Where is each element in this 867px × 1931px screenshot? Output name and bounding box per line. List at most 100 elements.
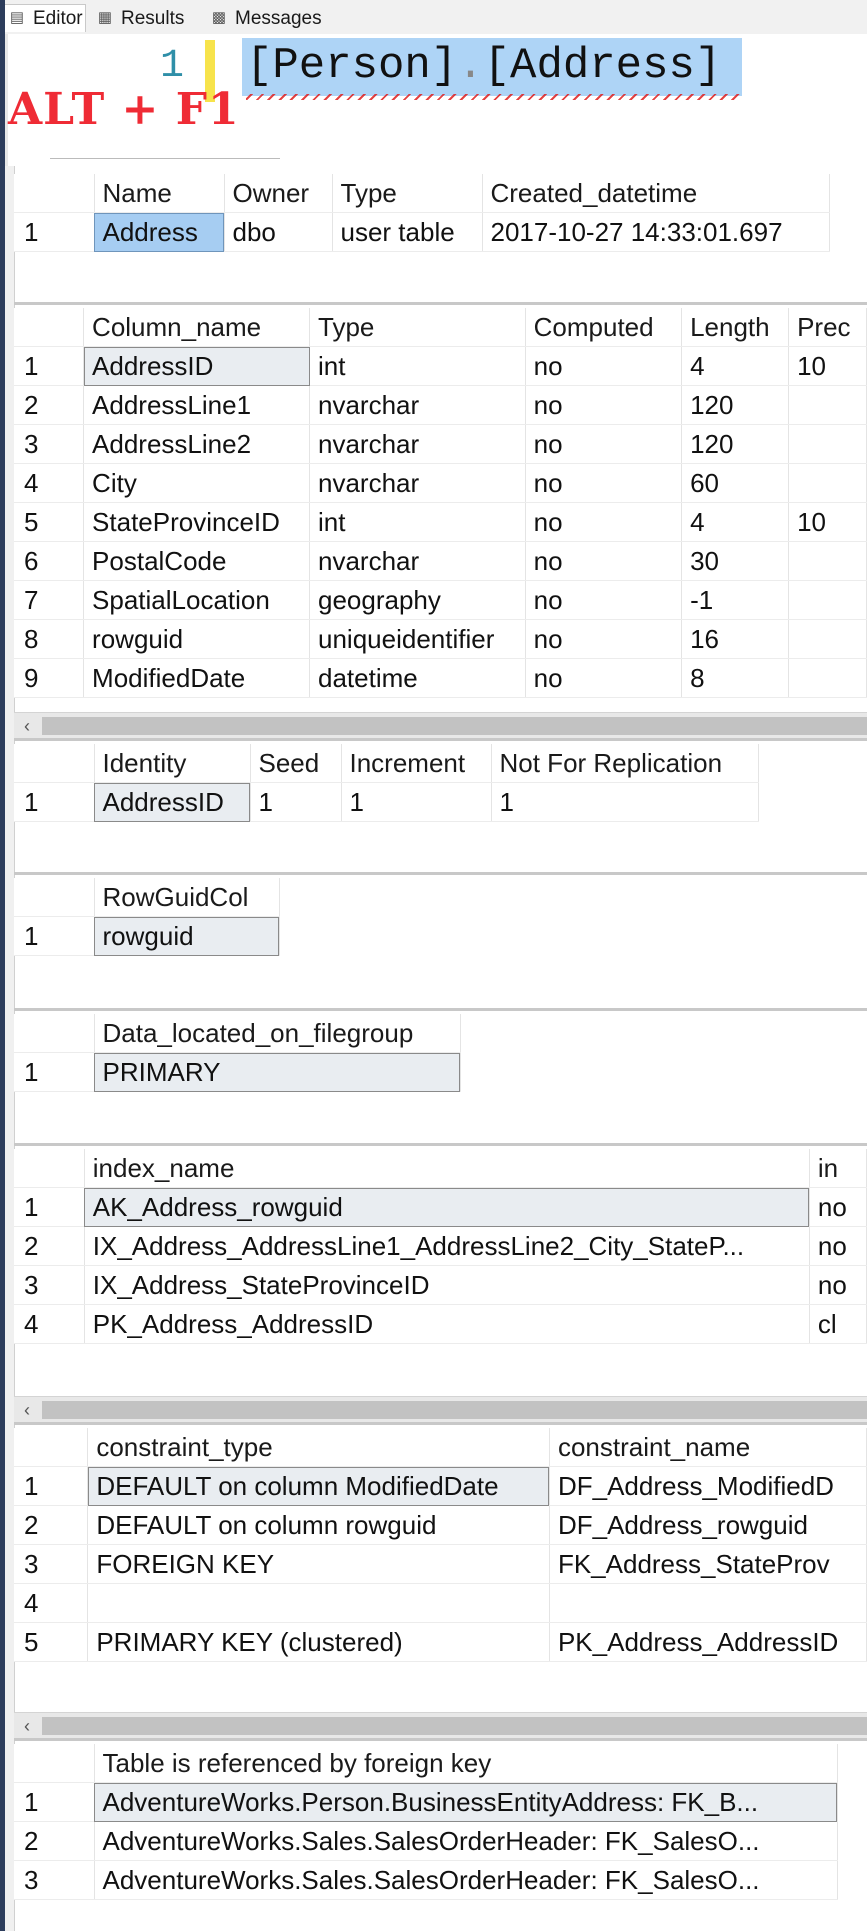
column-header[interactable]: Type: [309, 308, 526, 347]
table-cell[interactable]: 1: [491, 782, 759, 822]
table-cell[interactable]: [87, 1583, 550, 1623]
tab-messages[interactable]: ▩ Messages: [204, 4, 322, 32]
table-cell[interactable]: 10: [788, 502, 867, 542]
table-cell[interactable]: StateProvinceID: [83, 502, 311, 542]
result-grid-5[interactable]: Data_located_on_filegroup 1 PRIMARY: [14, 1014, 461, 1092]
table-cell[interactable]: AddressLine1: [83, 385, 311, 425]
table-row[interactable]: 3 AddressLine2 nvarchar no 120: [14, 424, 867, 464]
grid-splitter[interactable]: [14, 1738, 867, 1741]
corner-cell[interactable]: [14, 1014, 95, 1053]
table-row[interactable]: 8 rowguid uniqueidentifier no 16: [14, 619, 867, 659]
table-cell[interactable]: [788, 463, 867, 503]
row-number[interactable]: 3: [14, 1265, 85, 1305]
row-number[interactable]: 3: [14, 424, 85, 464]
column-header[interactable]: Not For Replication: [491, 744, 759, 783]
row-number[interactable]: 1: [14, 346, 85, 386]
column-header[interactable]: Owner: [224, 174, 333, 213]
table-cell[interactable]: int: [309, 346, 526, 386]
column-header[interactable]: constraint_type: [87, 1428, 550, 1467]
row-number[interactable]: 6: [14, 541, 85, 581]
row-number[interactable]: 1: [14, 1782, 95, 1822]
table-cell[interactable]: 120: [681, 424, 790, 464]
grid-splitter[interactable]: [14, 1008, 867, 1011]
corner-cell[interactable]: [14, 878, 95, 917]
row-number[interactable]: 3: [14, 1860, 95, 1900]
row-number[interactable]: 7: [14, 580, 85, 620]
table-cell[interactable]: no: [809, 1265, 867, 1305]
table-row[interactable]: 2 AdventureWorks.Sales.SalesOrderHeader: …: [14, 1821, 838, 1861]
scroll-left-arrow-icon[interactable]: ‹: [14, 713, 40, 739]
table-cell[interactable]: AddressID: [83, 346, 311, 386]
table-cell[interactable]: no: [525, 541, 683, 581]
table-row[interactable]: 1 PRIMARY: [14, 1052, 461, 1092]
column-header[interactable]: RowGuidCol: [94, 878, 280, 917]
table-cell[interactable]: AdventureWorks.Sales.SalesOrderHeader: F…: [94, 1860, 838, 1900]
table-row[interactable]: 3 IX_Address_StateProvinceID no: [14, 1265, 867, 1305]
table-row[interactable]: 1 rowguid: [14, 916, 280, 956]
row-number[interactable]: 3: [14, 1544, 89, 1584]
corner-cell[interactable]: [14, 1428, 89, 1467]
table-row[interactable]: 3 AdventureWorks.Sales.SalesOrderHeader: …: [14, 1860, 838, 1900]
table-row[interactable]: 9 ModifiedDate datetime no 8: [14, 658, 867, 698]
row-number[interactable]: 4: [14, 463, 85, 503]
table-cell[interactable]: DF_Address_rowguid: [549, 1505, 867, 1545]
table-cell[interactable]: [788, 385, 867, 425]
table-row[interactable]: 3 FOREIGN KEY FK_Address_StateProv: [14, 1544, 867, 1584]
grid-splitter[interactable]: [14, 1422, 867, 1425]
row-number[interactable]: 8: [14, 619, 85, 659]
column-header[interactable]: Seed: [250, 744, 342, 783]
table-cell[interactable]: nvarchar: [309, 385, 526, 425]
table-cell[interactable]: City: [83, 463, 311, 503]
table-cell[interactable]: [788, 424, 867, 464]
row-number[interactable]: 9: [14, 658, 85, 698]
row-number[interactable]: 1: [14, 1466, 89, 1506]
result-grid-7[interactable]: constraint_type constraint_name 1 DEFAULT o…: [14, 1428, 867, 1662]
table-cell[interactable]: int: [309, 502, 526, 542]
table-cell[interactable]: 8: [681, 658, 790, 698]
table-cell[interactable]: PK_Address_AddressID: [549, 1622, 867, 1662]
result-grid-8[interactable]: Table is referenced by foreign key 1 Adven…: [14, 1744, 838, 1900]
table-cell[interactable]: no: [525, 463, 683, 503]
table-cell[interactable]: nvarchar: [309, 424, 526, 464]
corner-cell[interactable]: [14, 1744, 95, 1783]
column-header[interactable]: Data_located_on_filegroup: [94, 1014, 461, 1053]
table-row[interactable]: 5 StateProvinceID int no 4 10: [14, 502, 867, 542]
tab-editor[interactable]: ▤ Editor: [2, 4, 86, 32]
table-cell[interactable]: geography: [309, 580, 526, 620]
table-cell[interactable]: 60: [681, 463, 790, 503]
column-header[interactable]: in: [809, 1149, 867, 1188]
table-cell[interactable]: no: [525, 346, 683, 386]
table-row[interactable]: 2 DEFAULT on column rowguid DF_Address_row…: [14, 1505, 867, 1545]
table-cell[interactable]: ModifiedDate: [83, 658, 311, 698]
column-header[interactable]: Identity: [94, 744, 251, 783]
table-cell[interactable]: [788, 541, 867, 581]
row-number[interactable]: 2: [14, 1505, 89, 1545]
row-number[interactable]: 4: [14, 1304, 85, 1344]
table-row[interactable]: 5 PRIMARY KEY (clustered) PK_Address_Addre…: [14, 1622, 867, 1662]
column-header[interactable]: Type: [332, 174, 483, 213]
result-grid-2[interactable]: Column_name Type Computed Length Prec 1 Addres…: [14, 308, 867, 698]
table-row[interactable]: 4 City nvarchar no 60: [14, 463, 867, 503]
table-cell[interactable]: datetime: [309, 658, 526, 698]
row-number[interactable]: 2: [14, 1226, 85, 1266]
table-cell[interactable]: AdventureWorks.Person.BusinessEntityAddr…: [94, 1782, 838, 1822]
table-cell[interactable]: AddressID: [94, 782, 251, 822]
table-cell[interactable]: IX_Address_AddressLine1_AddressLine2_Cit…: [84, 1226, 810, 1266]
table-cell[interactable]: no: [525, 424, 683, 464]
code-text[interactable]: [Person].[Address]: [246, 38, 721, 94]
corner-cell[interactable]: [14, 1149, 85, 1188]
table-row[interactable]: 1 DEFAULT on column ModifiedDate DF_Addres…: [14, 1466, 867, 1506]
column-header[interactable]: Length: [681, 308, 790, 347]
table-cell[interactable]: -1: [681, 580, 790, 620]
scrollbar-thumb[interactable]: [42, 1401, 867, 1419]
table-cell[interactable]: 2017-10-27 14:33:01.697: [482, 212, 830, 252]
table-cell[interactable]: no: [525, 502, 683, 542]
grid-splitter[interactable]: [14, 302, 867, 305]
scroll-left-arrow-icon[interactable]: ‹: [14, 1397, 40, 1423]
table-cell[interactable]: AK_Address_rowguid: [84, 1187, 810, 1227]
horizontal-scrollbar[interactable]: ‹: [14, 1712, 867, 1739]
column-header[interactable]: Column_name: [83, 308, 311, 347]
corner-cell[interactable]: [14, 308, 85, 347]
table-cell[interactable]: SpatialLocation: [83, 580, 311, 620]
table-cell[interactable]: user table: [332, 212, 483, 252]
